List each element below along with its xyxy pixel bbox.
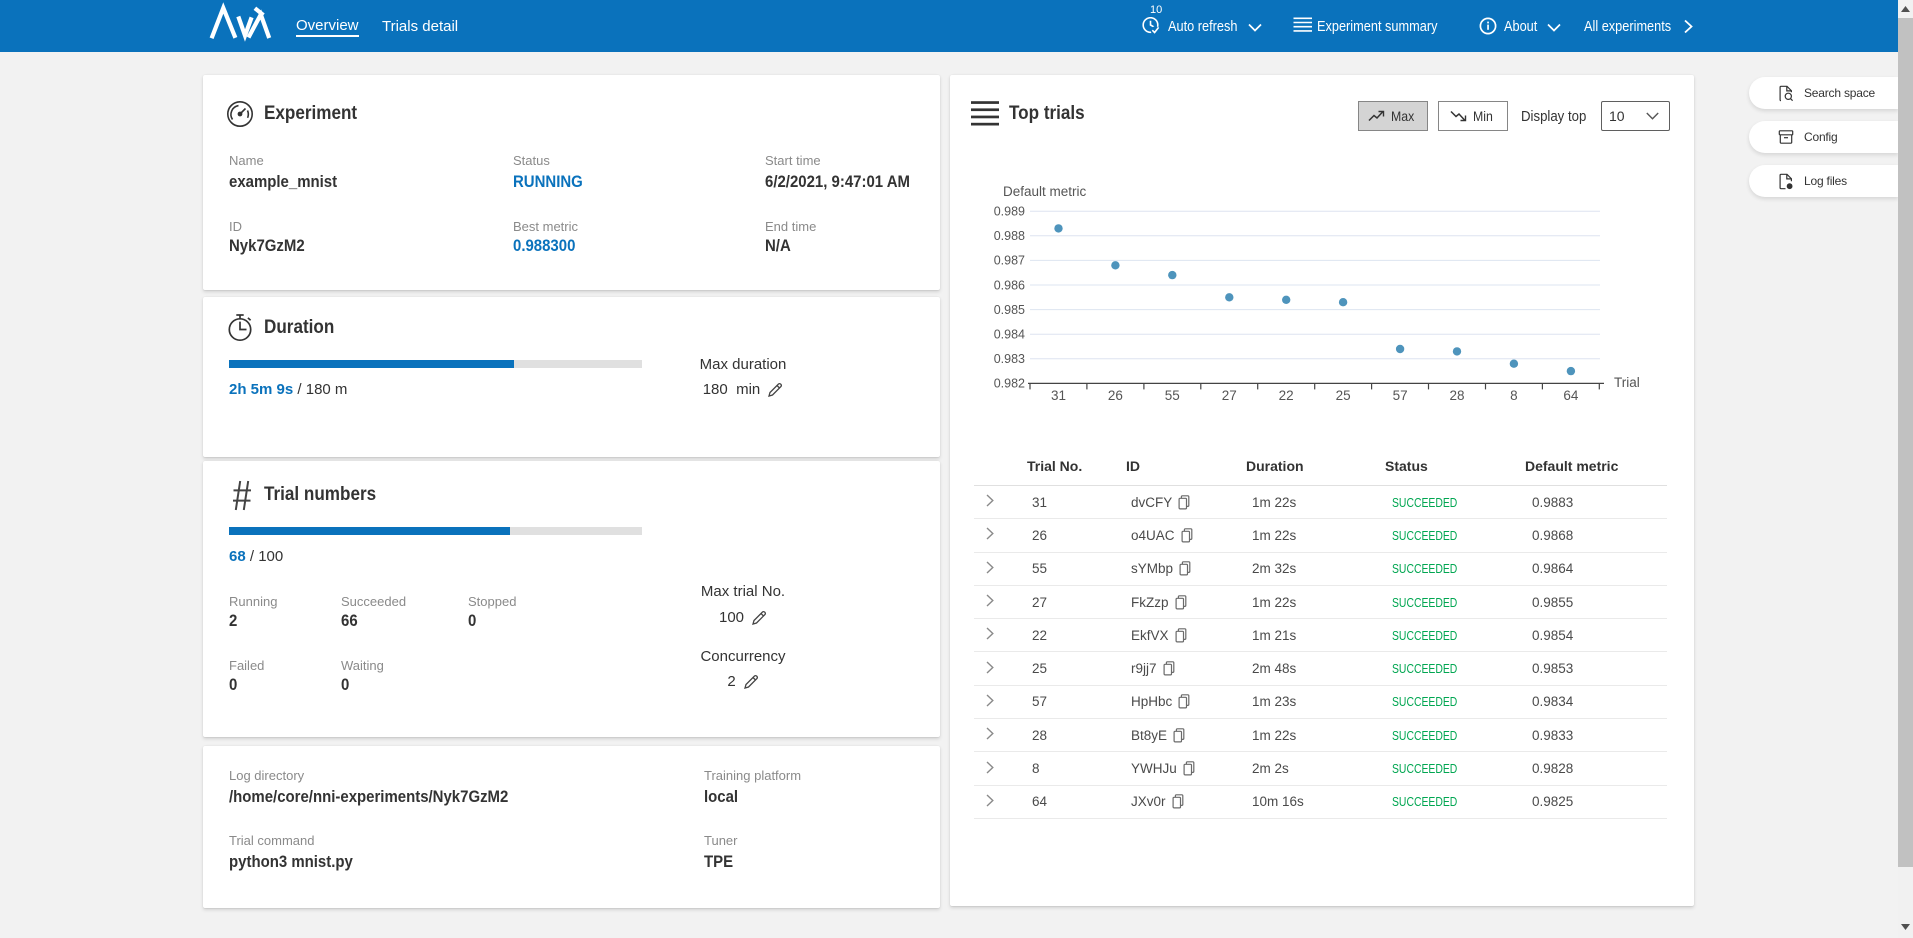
svg-text:22: 22 (1279, 388, 1294, 403)
svg-text:Trial: Trial (1614, 375, 1640, 390)
svg-text:31: 31 (1051, 388, 1066, 403)
svg-text:26: 26 (1108, 388, 1123, 403)
svg-text:57: 57 (1393, 388, 1408, 403)
svg-text:0.985: 0.985 (994, 303, 1025, 317)
svg-text:55: 55 (1165, 388, 1180, 403)
svg-text:27: 27 (1222, 388, 1237, 403)
svg-text:0.989: 0.989 (994, 205, 1025, 219)
svg-text:0.987: 0.987 (994, 254, 1025, 268)
svg-text:0.983: 0.983 (994, 352, 1025, 366)
svg-text:0.986: 0.986 (994, 278, 1025, 292)
svg-text:Default metric: Default metric (1003, 184, 1087, 199)
svg-text:28: 28 (1449, 388, 1464, 403)
svg-text:64: 64 (1563, 388, 1579, 403)
svg-text:8: 8 (1510, 388, 1518, 403)
svg-text:25: 25 (1336, 388, 1351, 403)
svg-text:0.988: 0.988 (994, 229, 1025, 243)
svg-text:0.982: 0.982 (994, 377, 1025, 391)
svg-text:0.984: 0.984 (994, 328, 1025, 342)
